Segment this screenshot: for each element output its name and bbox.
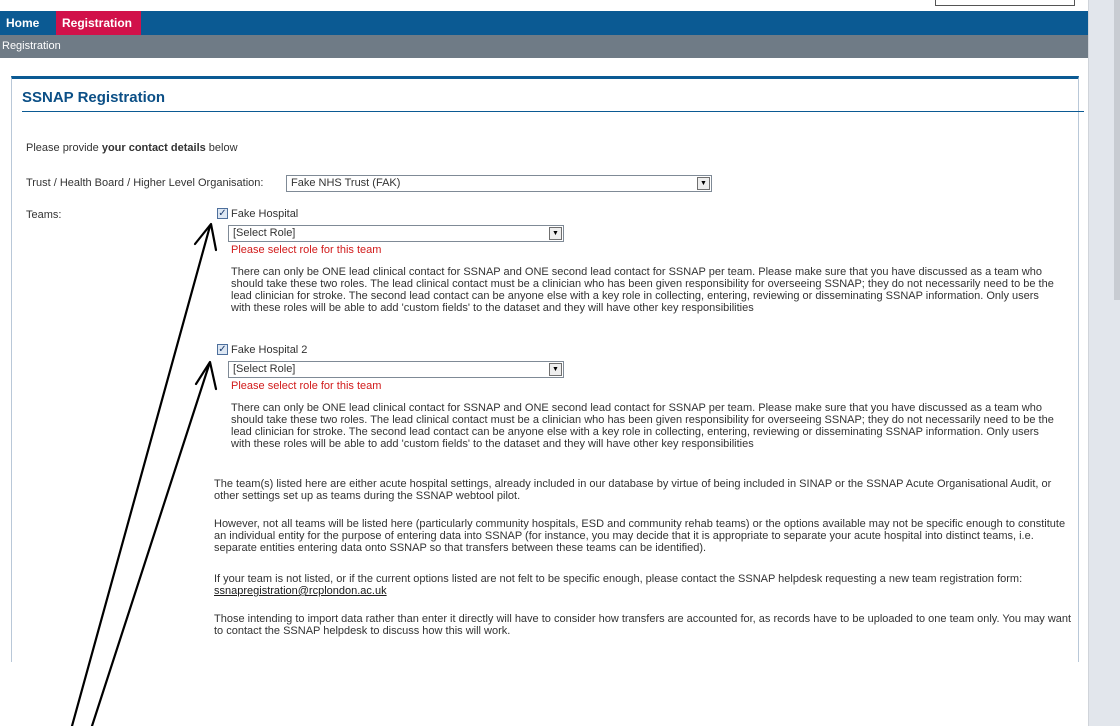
team-name: Fake Hospital	[231, 208, 299, 220]
note-paragraph: However, not all teams will be listed he…	[214, 518, 1066, 554]
role-select[interactable]: [Select Role] ▼	[228, 225, 564, 242]
top-search-input[interactable]	[935, 0, 1075, 6]
team-info-text: There can only be ONE lead clinical cont…	[231, 266, 1054, 314]
trust-select[interactable]: Fake NHS Trust (FAK) ▼	[286, 175, 712, 192]
page-title: SSNAP Registration	[22, 89, 166, 106]
note-paragraph: The team(s) listed here are either acute…	[214, 478, 1052, 502]
teams-label: Teams:	[26, 209, 62, 221]
team-name: Fake Hospital 2	[231, 344, 308, 356]
team-error-message: Please select role for this team	[231, 244, 382, 256]
role-select-value: [Select Role]	[233, 227, 296, 239]
chevron-down-icon: ▼	[697, 177, 710, 190]
trust-label: Trust / Health Board / Higher Level Orga…	[26, 177, 264, 189]
note-paragraph: If your team is not listed, or if the cu…	[214, 573, 1074, 597]
trust-select-value: Fake NHS Trust (FAK)	[291, 177, 401, 189]
intro-suffix: below	[205, 142, 238, 154]
checked-checkbox-icon[interactable]: ✓	[217, 344, 228, 355]
role-select[interactable]: [Select Role] ▼	[228, 361, 564, 378]
scrollbar-thumb[interactable]	[1114, 0, 1120, 300]
intro-prefix: Please provide	[26, 142, 102, 154]
intro-bold: your contact details	[101, 142, 206, 154]
team-error-message: Please select role for this team	[231, 380, 382, 392]
chevron-down-icon: ▼	[549, 227, 562, 240]
helpdesk-email-link[interactable]: ssnapregistration@rcplondon.ac.uk	[214, 585, 387, 597]
title-divider	[22, 111, 1084, 112]
note-text: If your team is not listed, or if the cu…	[214, 573, 1023, 585]
role-select-value: [Select Role]	[233, 363, 296, 375]
note-paragraph: Those intending to import data rather th…	[214, 613, 1072, 637]
main-nav: Home Registration	[0, 11, 1088, 35]
nav-home-tab[interactable]: Home	[0, 11, 53, 35]
chevron-down-icon: ▼	[549, 363, 562, 376]
team-info-text: There can only be ONE lead clinical cont…	[231, 402, 1054, 450]
nav-registration-tab[interactable]: Registration	[56, 11, 141, 35]
breadcrumb: Registration	[0, 35, 1088, 58]
intro-text: Please provide your contact details belo…	[26, 142, 238, 154]
checked-checkbox-icon[interactable]: ✓	[217, 208, 228, 219]
